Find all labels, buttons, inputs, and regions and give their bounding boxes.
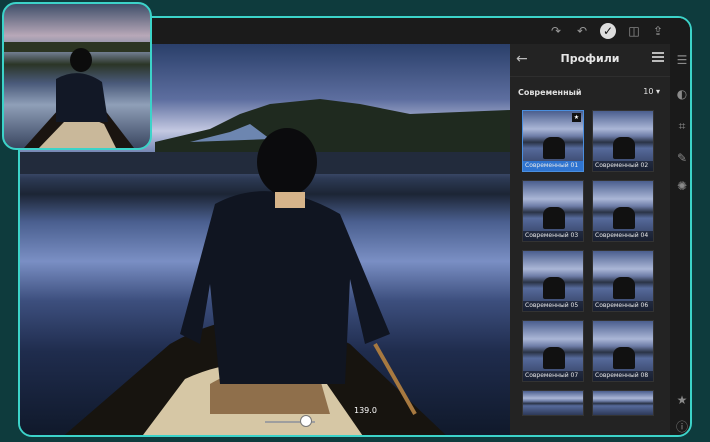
profile-tile-label: Современный 01 bbox=[523, 161, 583, 171]
profile-tile[interactable] bbox=[592, 390, 654, 416]
profile-tile-label: Современный 04 bbox=[593, 231, 653, 241]
thumbnail-silhouette bbox=[543, 137, 565, 159]
original-photo-inset bbox=[2, 2, 152, 150]
favorite-star-icon[interactable]: ★ bbox=[572, 113, 581, 122]
profile-tile-label: Современный 03 bbox=[523, 231, 583, 241]
hamburger-menu-icon[interactable] bbox=[652, 52, 664, 62]
presets-icon[interactable]: ◐ bbox=[674, 86, 690, 102]
profile-tile-label: Современный 02 bbox=[593, 161, 653, 171]
profile-tile[interactable] bbox=[522, 390, 584, 416]
sliders-icon[interactable]: ☰ bbox=[674, 52, 690, 68]
compare-icon[interactable]: ◫ bbox=[626, 23, 642, 39]
profile-tile[interactable]: Современный 04 bbox=[592, 180, 654, 242]
slider-thumb[interactable] bbox=[300, 415, 312, 427]
thumbnail-silhouette bbox=[543, 277, 565, 299]
slider-value: 139.0 bbox=[354, 406, 377, 415]
profile-tile-label: Современный 07 bbox=[523, 371, 583, 381]
profile-group-label: Современный bbox=[518, 88, 582, 97]
panel-title: Профили bbox=[560, 52, 620, 65]
profile-tile-label: Современный 06 bbox=[593, 301, 653, 311]
masking-icon[interactable]: ✺ bbox=[674, 178, 690, 194]
thumbnail-silhouette bbox=[613, 277, 635, 299]
thumbnail-silhouette bbox=[613, 347, 635, 369]
profile-tile-label: Современный 05 bbox=[523, 301, 583, 311]
share-icon[interactable]: ⇪ bbox=[650, 23, 666, 39]
panel-header: ← Профили bbox=[510, 44, 670, 77]
profile-tile-label: Современный 08 bbox=[593, 371, 653, 381]
star-rating-icon[interactable]: ★ bbox=[674, 392, 690, 408]
thumbnail-silhouette bbox=[613, 137, 635, 159]
inset-image bbox=[4, 42, 150, 148]
profile-tile[interactable]: Современный 05 bbox=[522, 250, 584, 312]
profile-tile[interactable]: Современный 07 bbox=[522, 320, 584, 382]
profile-tile[interactable]: Современный 08 bbox=[592, 320, 654, 382]
crop-icon[interactable]: ⌗ bbox=[674, 118, 690, 134]
undo-icon[interactable]: ↶ bbox=[574, 23, 590, 39]
profile-tile[interactable]: Современный 03 bbox=[522, 180, 584, 242]
thumbnail-silhouette bbox=[543, 347, 565, 369]
profile-group-count[interactable]: 10 ▾ bbox=[643, 87, 660, 96]
done-icon[interactable]: ✓ bbox=[600, 23, 616, 39]
profile-tile[interactable]: ★ Современный 01 bbox=[522, 110, 584, 172]
tool-rail: ☰ ◐ ⌗ ✎ ✺ ★ ⓘ bbox=[670, 18, 690, 435]
healing-brush-icon[interactable]: ✎ bbox=[674, 150, 690, 166]
redo-icon[interactable]: ↷ bbox=[548, 23, 564, 39]
thumbnail-silhouette bbox=[613, 207, 635, 229]
thumbnail-silhouette bbox=[543, 207, 565, 229]
profile-tile[interactable]: Современный 02 bbox=[592, 110, 654, 172]
profile-tile[interactable]: Современный 06 bbox=[592, 250, 654, 312]
info-icon[interactable]: ⓘ bbox=[674, 419, 690, 435]
profiles-panel: ← Профили Современный 10 ▾ ★ Современный… bbox=[510, 44, 670, 435]
